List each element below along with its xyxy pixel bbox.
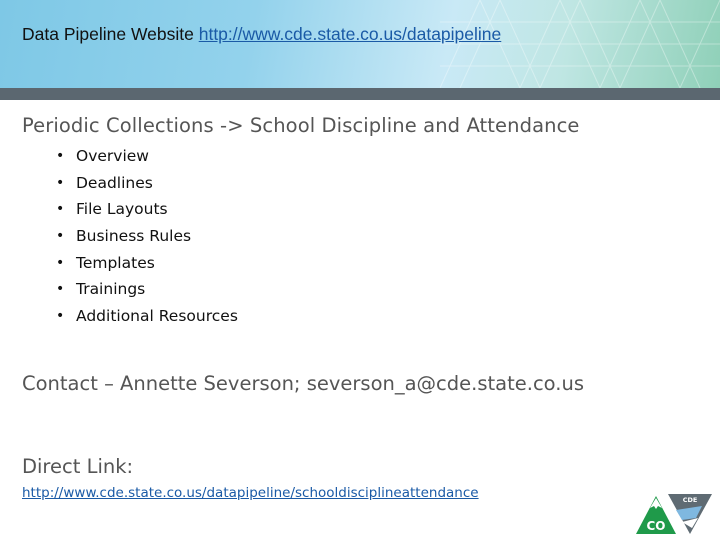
header-title-text: Data Pipeline Website xyxy=(22,24,199,44)
list-item-label: Additional Resources xyxy=(76,307,238,326)
topic-list: • Overview • Deadlines • File Layouts • Busi… xyxy=(56,145,238,332)
datapipeline-link[interactable]: http://www.cde.state.co.us/datapipeline xyxy=(199,24,502,44)
bullet-icon: • xyxy=(56,308,65,325)
cde-logo: CO CDE xyxy=(636,494,712,534)
contact-text: Contact – Annette Severson; severson_a@c… xyxy=(22,372,584,395)
list-item-label: Trainings xyxy=(76,280,146,299)
list-item-label: Templates xyxy=(76,253,155,272)
list-item: • Trainings xyxy=(56,278,238,305)
bullet-icon: • xyxy=(56,228,65,245)
list-item-label: Overview xyxy=(76,147,149,165)
header-title: Data Pipeline Website http://www.cde.sta… xyxy=(22,24,501,45)
bullet-icon: • xyxy=(56,174,65,191)
direct-link[interactable]: http://www.cde.state.co.us/datapipeline/… xyxy=(22,485,479,501)
list-item-label: File Layouts xyxy=(76,200,168,219)
list-item: • File Layouts xyxy=(56,198,238,225)
list-item: • Templates xyxy=(56,252,238,279)
logo-co-text: CO xyxy=(646,519,665,533)
page-heading: Periodic Collections -> School Disciplin… xyxy=(22,114,580,137)
list-item: • Business Rules xyxy=(56,225,238,252)
list-item: • Deadlines xyxy=(56,172,238,199)
list-item: • Overview xyxy=(56,145,238,172)
bullet-icon: • xyxy=(56,201,65,218)
bullet-icon: • xyxy=(56,281,65,298)
list-item: • Additional Resources xyxy=(56,305,238,332)
header-banner: Data Pipeline Website http://www.cde.sta… xyxy=(0,0,720,88)
direct-link-label: Direct Link: xyxy=(22,455,134,478)
logo-cde-text: CDE xyxy=(683,496,698,504)
list-item-label: Business Rules xyxy=(76,227,192,246)
bullet-icon: • xyxy=(56,148,65,164)
list-item-label: Deadlines xyxy=(76,173,153,192)
bullet-icon: • xyxy=(56,254,65,271)
header-divider-bar xyxy=(0,88,720,100)
